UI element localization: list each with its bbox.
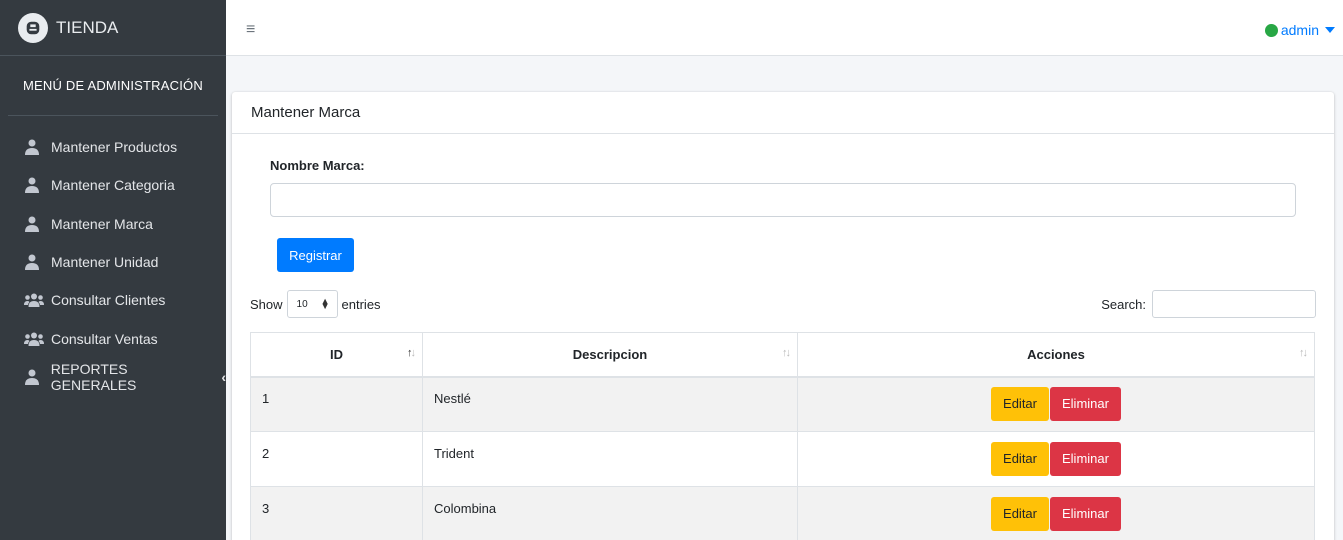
eliminar-button[interactable]: Eliminar <box>1050 442 1121 476</box>
sidebar-item-label: Mantener Productos <box>51 139 178 156</box>
menu-header: MENÚ DE ADMINISTRACIÓN <box>8 56 218 116</box>
sidebar-item-label: Consultar Ventas <box>51 330 158 347</box>
column-header-descripcion[interactable]: Descripcion ↑↓ <box>422 332 798 378</box>
page-length-value: 10 <box>296 298 308 310</box>
sidebar-item-consultar-clientes[interactable]: Consultar Clientes <box>0 281 226 319</box>
users-icon <box>24 293 44 308</box>
sidebar-item-reportes-generales[interactable]: REPORTES GENERALES ‹ <box>0 358 226 396</box>
sort-icon: ↑↓ <box>782 347 791 359</box>
editar-button[interactable]: Editar <box>991 497 1049 531</box>
sidebar-item-mantener-marca[interactable]: Mantener Marca <box>0 205 226 243</box>
sidebar: TIENDA MENÚ DE ADMINISTRACIÓN Mantener P… <box>0 0 226 540</box>
sidebar-item-mantener-productos[interactable]: Mantener Productos <box>0 128 226 166</box>
search-input[interactable] <box>1152 290 1316 318</box>
sidebar-item-label: REPORTES GENERALES <box>50 360 137 393</box>
table-header-row: ID ↑↓ Descripcion ↑↓ Acciones ↑↓ <box>250 332 1315 378</box>
user-menu[interactable]: admin <box>1264 22 1335 38</box>
sidebar-item-mantener-unidad[interactable]: Mantener Unidad <box>0 243 226 281</box>
sidebar-item-label: Mantener Marca <box>51 215 153 232</box>
user-tie-icon <box>24 254 44 271</box>
top-navbar: ≡ admin <box>226 5 1343 56</box>
page-length-select[interactable]: 10 ▲ ▼ <box>286 290 338 318</box>
sidebar-item-mantener-categoria[interactable]: Mantener Categoria <box>0 166 226 204</box>
cell-id: 1 <box>250 376 423 432</box>
sidebar-nav: Mantener Productos Mantener Categoria Ma… <box>0 116 226 396</box>
editar-button[interactable]: Editar <box>991 442 1049 476</box>
registrar-button[interactable]: Registrar <box>277 238 354 272</box>
entries-label: entries <box>341 296 381 312</box>
show-label: Show <box>250 296 283 312</box>
cell-descripcion: Colombina <box>422 486 798 540</box>
sidebar-item-label: Mantener Categoria <box>51 177 175 194</box>
user-tie-icon <box>24 177 44 194</box>
column-header-acciones[interactable]: Acciones ↑↓ <box>797 332 1315 378</box>
users-icon <box>24 332 44 346</box>
datatable-length: Show 10 ▲ ▼ entries <box>250 290 381 318</box>
card-title: Mantener Marca <box>232 92 1334 134</box>
cell-acciones: Editar Eliminar <box>797 486 1315 540</box>
chevron-left-icon: ‹ <box>221 368 226 385</box>
eliminar-button[interactable]: Eliminar <box>1050 387 1121 422</box>
brand-name: TIENDA <box>56 17 119 37</box>
editar-button[interactable]: Editar <box>991 387 1049 422</box>
table-row: 1 Nestlé Editar Eliminar <box>250 376 1315 432</box>
cell-descripcion: Trident <box>422 431 798 487</box>
nombre-marca-input[interactable] <box>270 183 1296 217</box>
search-label: Search: <box>1101 296 1146 312</box>
online-status-icon <box>1264 23 1278 37</box>
nombre-marca-label: Nombre Marca: <box>270 158 365 173</box>
sort-icon: ↑↓ <box>1299 347 1308 359</box>
column-header-id[interactable]: ID ↑↓ <box>250 332 423 378</box>
hamburger-menu-icon[interactable]: ≡ <box>246 21 255 39</box>
user-tie-icon <box>24 139 44 156</box>
cell-id: 2 <box>250 431 423 487</box>
user-tie-icon <box>24 369 44 385</box>
user-tie-icon <box>24 216 44 232</box>
sidebar-item-consultar-ventas[interactable]: Consultar Ventas <box>0 319 226 357</box>
sort-asc-icon: ↑↓ <box>407 347 416 359</box>
eliminar-button[interactable]: Eliminar <box>1050 497 1121 531</box>
brands-table: ID ↑↓ Descripcion ↑↓ Acciones ↑↓ 1 Nestl… <box>250 332 1315 540</box>
brand-link[interactable]: TIENDA <box>0 0 226 56</box>
table-row: 3 Colombina Editar Eliminar <box>250 486 1315 540</box>
caret-down-icon <box>1325 27 1335 33</box>
brand-card: Mantener Marca Nombre Marca: Registrar S… <box>232 92 1334 540</box>
cell-acciones: Editar Eliminar <box>797 376 1315 432</box>
user-name: admin <box>1280 22 1319 38</box>
brand-logo-icon <box>18 12 48 43</box>
cell-acciones: Editar Eliminar <box>797 431 1315 487</box>
table-row: 2 Trident Editar Eliminar <box>250 431 1315 487</box>
sidebar-item-label: Mantener Unidad <box>51 254 159 271</box>
select-arrows-icon: ▲ ▼ <box>320 295 330 311</box>
datatable-search: Search: <box>1101 290 1316 318</box>
cell-descripcion: Nestlé <box>422 376 798 432</box>
cell-id: 3 <box>250 486 423 540</box>
sidebar-item-label: Consultar Clientes <box>51 292 166 309</box>
